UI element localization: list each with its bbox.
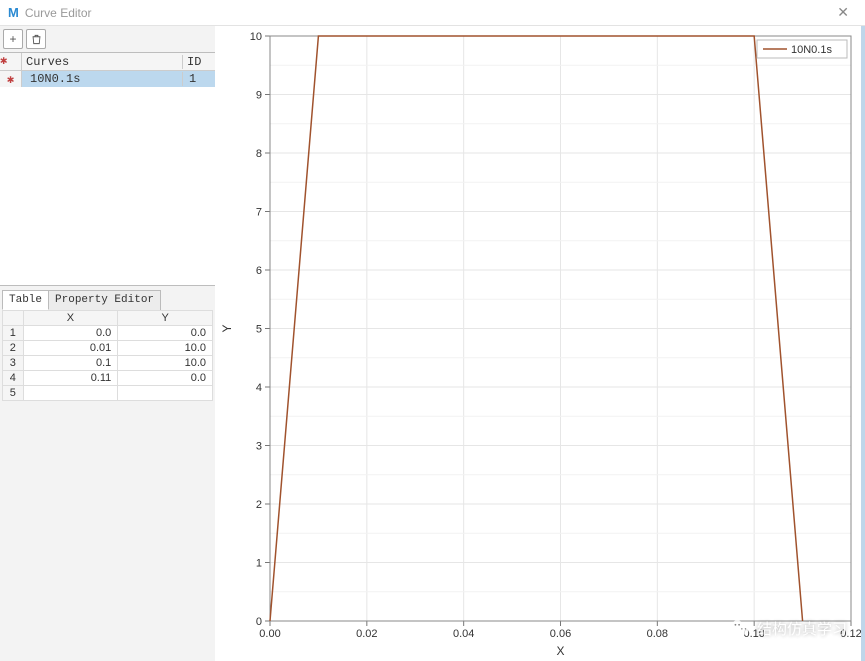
id-column-header: ID (183, 55, 215, 69)
rownum-header (3, 311, 24, 326)
x-cell[interactable] (23, 386, 118, 401)
x-cell[interactable]: 0.01 (23, 341, 118, 356)
curve-row-marker-icon: ✱ (0, 71, 22, 87)
svg-text:8: 8 (256, 148, 262, 160)
close-icon[interactable]: ✕ (829, 2, 857, 23)
add-curve-button[interactable]: + (3, 29, 23, 49)
scrollbar-right[interactable] (861, 26, 865, 661)
chart-area: 0.00 0.02 0.04 0.06 0.08 0.10 0.12 0 1 2 3 4 5 6 7 8 9 10… (215, 26, 865, 661)
x-cell[interactable]: 0.1 (23, 356, 118, 371)
svg-text:10: 10 (250, 31, 262, 43)
table-row[interactable]: 10.00.0 (3, 326, 213, 341)
svg-text:X: X (556, 644, 564, 658)
x-column-header: X (23, 311, 118, 326)
tab-property-editor[interactable]: Property Editor (48, 290, 161, 310)
svg-text:0.06: 0.06 (550, 628, 571, 640)
xy-table[interactable]: X Y 10.00.020.0110.030.110.040.110.05 (2, 310, 213, 401)
svg-text:0.08: 0.08 (647, 628, 668, 640)
titlebar: M Curve Editor ✕ (0, 0, 865, 26)
svg-text:3: 3 (256, 441, 262, 453)
svg-text:5: 5 (256, 324, 262, 336)
y-cell[interactable]: 10.0 (118, 356, 213, 371)
table-row[interactable]: 5 (3, 386, 213, 401)
table-row[interactable]: 40.110.0 (3, 371, 213, 386)
x-cell[interactable]: 0.11 (23, 371, 118, 386)
svg-text:0: 0 (256, 616, 262, 628)
svg-text:6: 6 (256, 265, 262, 277)
tabs: Table Property Editor (0, 290, 215, 310)
svg-text:0.12: 0.12 (840, 628, 861, 640)
svg-text:1: 1 (256, 558, 262, 570)
table-row[interactable]: 30.110.0 (3, 356, 213, 371)
svg-text:0.00: 0.00 (259, 628, 280, 640)
svg-text:Y: Y (220, 324, 234, 332)
y-cell[interactable] (118, 386, 213, 401)
app-icon: M (8, 5, 19, 20)
curve-marker-icon: ✱ (0, 53, 22, 70)
svg-text:2: 2 (256, 499, 262, 511)
svg-text:4: 4 (256, 382, 262, 394)
svg-text:7: 7 (256, 207, 262, 219)
svg-text:0.02: 0.02 (356, 628, 377, 640)
row-number: 5 (3, 386, 24, 401)
delete-curve-button[interactable] (26, 29, 46, 49)
xy-table-body: 10.00.020.0110.030.110.040.110.05 (3, 326, 213, 401)
table-row[interactable]: 20.0110.0 (3, 341, 213, 356)
curves-column-header: Curves (22, 55, 183, 69)
curve-list-header: ✱ Curves ID (0, 53, 215, 71)
svg-text:0.04: 0.04 (453, 628, 474, 640)
row-number: 1 (3, 326, 24, 341)
curve-toolbar: + (0, 26, 215, 52)
y-column-header: Y (118, 311, 213, 326)
row-number: 4 (3, 371, 24, 386)
chart-svg: 0.00 0.02 0.04 0.06 0.08 0.10 0.12 0 1 2 3 4 5 6 7 8 9 10… (215, 26, 861, 661)
svg-text:9: 9 (256, 90, 262, 102)
svg-text:0.10: 0.10 (743, 628, 764, 640)
y-cell[interactable]: 0.0 (118, 371, 213, 386)
tab-table[interactable]: Table (2, 290, 49, 310)
left-panel: + ✱ Curves ID ✱ 10N0.1s 1 Table Property… (0, 26, 215, 661)
x-cell[interactable]: 0.0 (23, 326, 118, 341)
curve-list[interactable]: ✱ Curves ID ✱ 10N0.1s 1 (0, 52, 215, 286)
row-number: 2 (3, 341, 24, 356)
curve-id: 1 (183, 72, 215, 86)
content: + ✱ Curves ID ✱ 10N0.1s 1 Table Property… (0, 26, 865, 661)
y-cell[interactable]: 10.0 (118, 341, 213, 356)
trash-icon (31, 34, 42, 45)
y-cell[interactable]: 0.0 (118, 326, 213, 341)
window-title: Curve Editor (25, 6, 92, 20)
curve-name: 10N0.1s (22, 72, 183, 86)
svg-text:10N0.1s: 10N0.1s (791, 44, 832, 56)
curve-row[interactable]: ✱ 10N0.1s 1 (0, 71, 215, 87)
row-number: 3 (3, 356, 24, 371)
